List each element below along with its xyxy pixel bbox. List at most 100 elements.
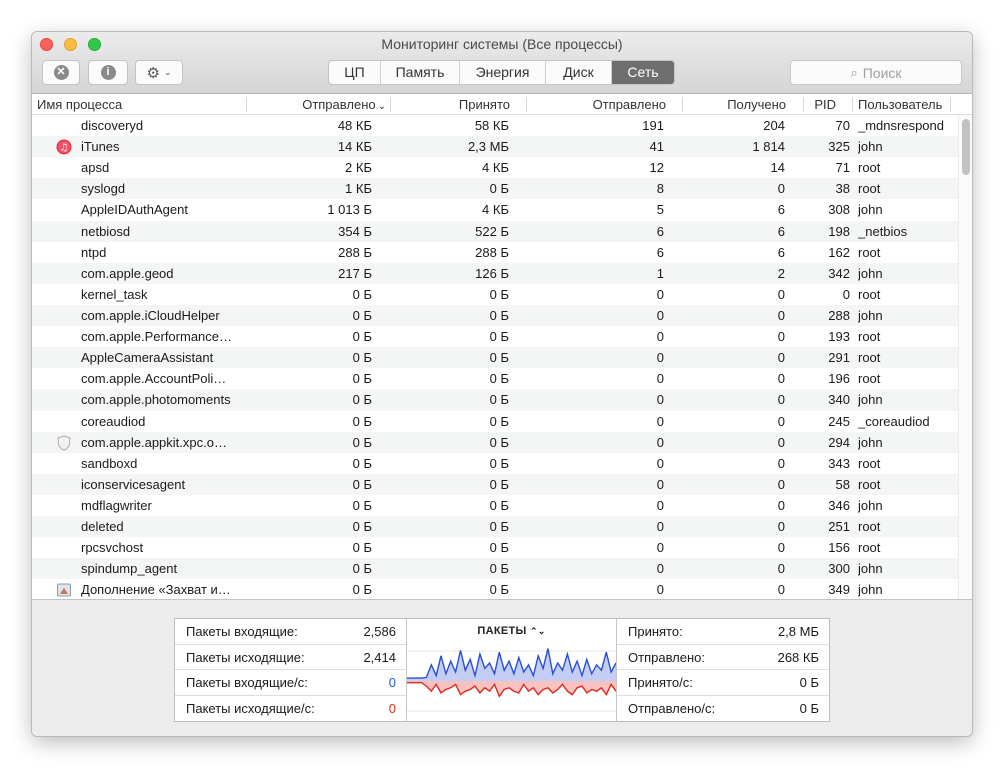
chevron-down-icon: ⌄ — [163, 67, 172, 77]
sent-bytes: 0 Б — [352, 329, 372, 345]
table-row[interactable]: com.apple.AccountPoli… 0 Б 0 Б 0 0 196 root — [32, 368, 958, 389]
table-row[interactable]: com.apple.Performance… 0 Б 0 Б 0 0 193 root — [32, 326, 958, 347]
table-row[interactable]: rpcsvchost 0 Б 0 Б 0 0 156 root — [32, 537, 958, 558]
table-row[interactable]: discoveryd 48 КБ 58 КБ 191 204 70 _mdnsrespond — [32, 115, 958, 136]
sent-bytes: 0 Б — [352, 540, 372, 556]
received-packets: 0 — [777, 413, 785, 429]
column-header-recv-packets[interactable]: Получено — [727, 94, 786, 115]
table-row[interactable]: coreaudiod 0 Б 0 Б 0 0 245 _coreaudiod — [32, 411, 958, 432]
process-name: netbiosd — [81, 223, 131, 239]
table-row[interactable]: Дополнение «Захват и… 0 Б 0 Б 0 0 349 john — [32, 579, 958, 600]
table-row[interactable]: netbiosd 354 Б 522 Б 6 6 198 _netbios — [32, 220, 958, 242]
sent-bytes: 1 КБ — [345, 181, 372, 197]
data-stat-row: Принято/с: 0 Б — [617, 670, 829, 696]
data-stat-row: Отправлено/с: 0 Б — [617, 696, 829, 722]
table-row[interactable]: sandboxd 0 Б 0 Б 0 0 343 root — [32, 453, 958, 474]
received-packets: 0 — [777, 434, 785, 450]
process-user: root — [858, 160, 881, 176]
table-row[interactable]: com.apple.photomoments 0 Б 0 Б 0 0 340 john — [32, 389, 958, 411]
sent-bytes: 1 013 Б — [327, 202, 372, 218]
column-header-sent-bytes[interactable]: Отправлено ⌄ — [302, 94, 386, 115]
process-user: john — [858, 434, 883, 450]
process-name: iTunes — [81, 139, 120, 155]
process-name: ntpd — [81, 244, 107, 260]
shield-icon — [57, 435, 71, 451]
sent-bytes: 0 Б — [352, 455, 372, 471]
received-bytes: 0 Б — [489, 540, 509, 556]
received-packets: 0 — [777, 350, 785, 366]
received-packets: 0 — [777, 561, 785, 577]
process-name: apsd — [81, 160, 110, 176]
stat-value: 0 Б — [799, 675, 819, 690]
table-row[interactable]: com.apple.appkit.xpc.o… 0 Б 0 Б 0 0 294 john — [32, 431, 958, 453]
stat-value: 268 КБ — [777, 649, 819, 665]
received-bytes: 0 Б — [489, 476, 509, 492]
table-row[interactable]: mdflagwriter 0 Б 0 Б 0 0 346 john — [32, 495, 958, 516]
search-icon: ⌕ — [850, 64, 858, 80]
tab-energy[interactable]: Энергия — [460, 61, 546, 84]
received-packets: 6 — [777, 202, 785, 218]
table-row[interactable]: deleted 0 Б 0 Б 0 0 251 root — [32, 516, 958, 538]
sent-packets: 8 — [656, 181, 664, 197]
table-row[interactable]: AppleIDAuthAgent 1 013 Б 4 КБ 5 6 308 john — [32, 199, 958, 220]
process-user: john — [858, 561, 883, 577]
stop-process-button[interactable]: ✕ — [42, 60, 80, 85]
received-packets: 0 — [777, 582, 785, 598]
stat-value: 0 — [388, 700, 396, 716]
titlebar: Мониторинг системы (Все процессы) ✕ i ⚙ … — [32, 32, 972, 94]
tab-cpu[interactable]: ЦП — [329, 61, 381, 84]
tab-network[interactable]: Сеть — [612, 61, 674, 84]
inspect-process-button[interactable]: i — [88, 60, 128, 85]
process-id: 0 — [842, 286, 850, 302]
stat-label: Пакеты исходящие/с: — [186, 700, 315, 716]
data-stat-row: Принято: 2,8 МБ — [617, 619, 829, 645]
column-header-pid[interactable]: PID — [814, 94, 836, 115]
process-id: 340 — [828, 392, 850, 408]
packets-stats: Пакеты входящие: 2,586 Пакеты исходящие: 2,… — [175, 619, 407, 721]
table-row[interactable]: AppleCameraAssistant 0 Б 0 Б 0 0 291 root — [32, 347, 958, 369]
table-row[interactable]: spindump_agent 0 Б 0 Б 0 0 300 john — [32, 558, 958, 580]
tab-memory[interactable]: Память — [381, 61, 460, 84]
table-row[interactable]: com.apple.iCloudHelper 0 Б 0 Б 0 0 288 john — [32, 304, 958, 327]
table-row[interactable]: ntpd 288 Б 288 Б 6 6 162 root — [32, 242, 958, 263]
process-id: 156 — [828, 540, 850, 556]
table-row[interactable]: apsd 2 КБ 4 КБ 12 14 71 root — [32, 157, 958, 178]
tab-disk[interactable]: Диск — [546, 61, 612, 84]
column-header-name[interactable]: Имя процесса — [37, 94, 122, 115]
process-name: com.apple.iCloudHelper — [81, 307, 220, 323]
column-header-user[interactable]: Пользователь — [858, 94, 942, 115]
process-id: 71 — [835, 160, 850, 176]
packets-graph[interactable]: ПАКЕТЫ ⌃⌄ — [407, 619, 616, 721]
column-header-recv-bytes[interactable]: Принято — [459, 94, 510, 115]
sent-packets: 0 — [656, 392, 664, 408]
received-bytes: 0 Б — [489, 329, 509, 345]
sent-bytes: 0 Б — [352, 392, 372, 408]
graph-mode-selector[interactable]: ПАКЕТЫ ⌃⌄ — [407, 625, 616, 637]
column-header-sent-packets[interactable]: Отправлено — [593, 94, 666, 115]
received-packets: 2 — [777, 265, 785, 281]
table-row[interactable]: kernel_task 0 Б 0 Б 0 0 0 root — [32, 284, 958, 305]
received-packets: 0 — [777, 286, 785, 302]
sent-bytes: 0 Б — [352, 519, 372, 535]
sent-packets: 0 — [656, 497, 664, 513]
network-summary-panel: Пакеты входящие: 2,586 Пакеты исходящие: 2,… — [174, 618, 830, 722]
table-row[interactable]: syslogd 1 КБ 0 Б 8 0 38 root — [32, 178, 958, 200]
process-id: 58 — [835, 476, 850, 492]
received-bytes: 0 Б — [489, 350, 509, 366]
itunes-icon: ♫ — [56, 139, 72, 155]
vertical-scrollbar[interactable] — [958, 115, 972, 599]
process-name: Дополнение «Захват и… — [81, 582, 231, 598]
table-row[interactable]: ♫ iTunes 14 КБ 2,3 МБ 41 1 814 325 john — [32, 136, 958, 158]
scrollbar-thumb[interactable] — [962, 119, 970, 175]
sent-packets: 5 — [656, 202, 664, 218]
sent-packets: 0 — [656, 476, 664, 492]
table-row[interactable]: iconservicesagent 0 Б 0 Б 0 0 58 root — [32, 473, 958, 495]
table-row[interactable]: com.apple.geod 217 Б 126 Б 1 2 342 john — [32, 262, 958, 284]
stat-value: 2,586 — [363, 624, 396, 639]
up-down-selector-icon: ⌃⌄ — [529, 626, 546, 636]
received-bytes: 0 Б — [489, 413, 509, 429]
action-menu-button[interactable]: ⚙ ⌄ — [135, 60, 183, 85]
process-id: 300 — [828, 561, 850, 577]
received-packets: 0 — [777, 181, 785, 197]
search-field[interactable]: ⌕ Поиск — [790, 60, 962, 85]
